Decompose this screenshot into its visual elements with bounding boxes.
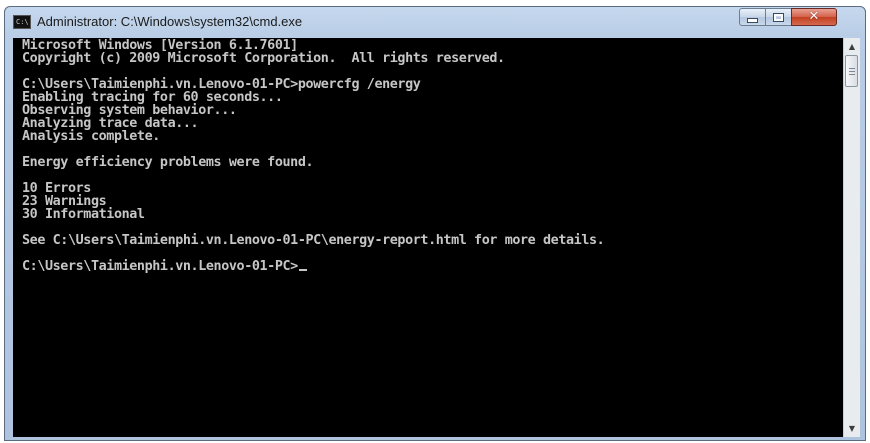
- close-icon: ✕: [808, 9, 820, 24]
- console-line: Analysis complete.: [22, 129, 160, 144]
- command-prompt: C:\Users\Taimienphi.vn.Lenovo-01-PC>: [22, 259, 298, 274]
- maximize-icon: [773, 12, 784, 22]
- close-button[interactable]: ✕: [791, 8, 837, 26]
- text-cursor: [298, 269, 307, 271]
- title-bar[interactable]: C:\ Administrator: C:\Windows\system32\c…: [5, 7, 865, 37]
- vertical-scrollbar[interactable]: ▲ ▼: [843, 38, 860, 437]
- maximize-button[interactable]: [765, 8, 792, 26]
- cmd-window: C:\ Administrator: C:\Windows\system32\c…: [4, 6, 866, 441]
- scrollbar-thumb[interactable]: [845, 55, 858, 87]
- scroll-up-arrow-icon[interactable]: ▲: [844, 38, 860, 55]
- console-line: See C:\Users\Taimienphi.vn.Lenovo-01-PC\…: [22, 233, 605, 248]
- console-output[interactable]: Microsoft Windows [Version 6.1.7601] Cop…: [13, 38, 843, 437]
- console-line: Copyright (c) 2009 Microsoft Corporation…: [22, 51, 505, 66]
- console-prompt-line: C:\Users\Taimienphi.vn.Lenovo-01-PC>: [22, 259, 307, 274]
- minimize-button[interactable]: [739, 8, 766, 26]
- minimize-icon: [747, 17, 758, 23]
- scrollbar-grip-icon: [849, 68, 855, 75]
- window-title: Administrator: C:\Windows\system32\cmd.e…: [37, 14, 303, 29]
- scroll-down-arrow-icon[interactable]: ▼: [844, 420, 860, 437]
- console-line: 30 Informational: [22, 207, 145, 222]
- console-line: Energy efficiency problems were found.: [22, 155, 314, 170]
- cmd-app-icon[interactable]: C:\: [13, 15, 31, 29]
